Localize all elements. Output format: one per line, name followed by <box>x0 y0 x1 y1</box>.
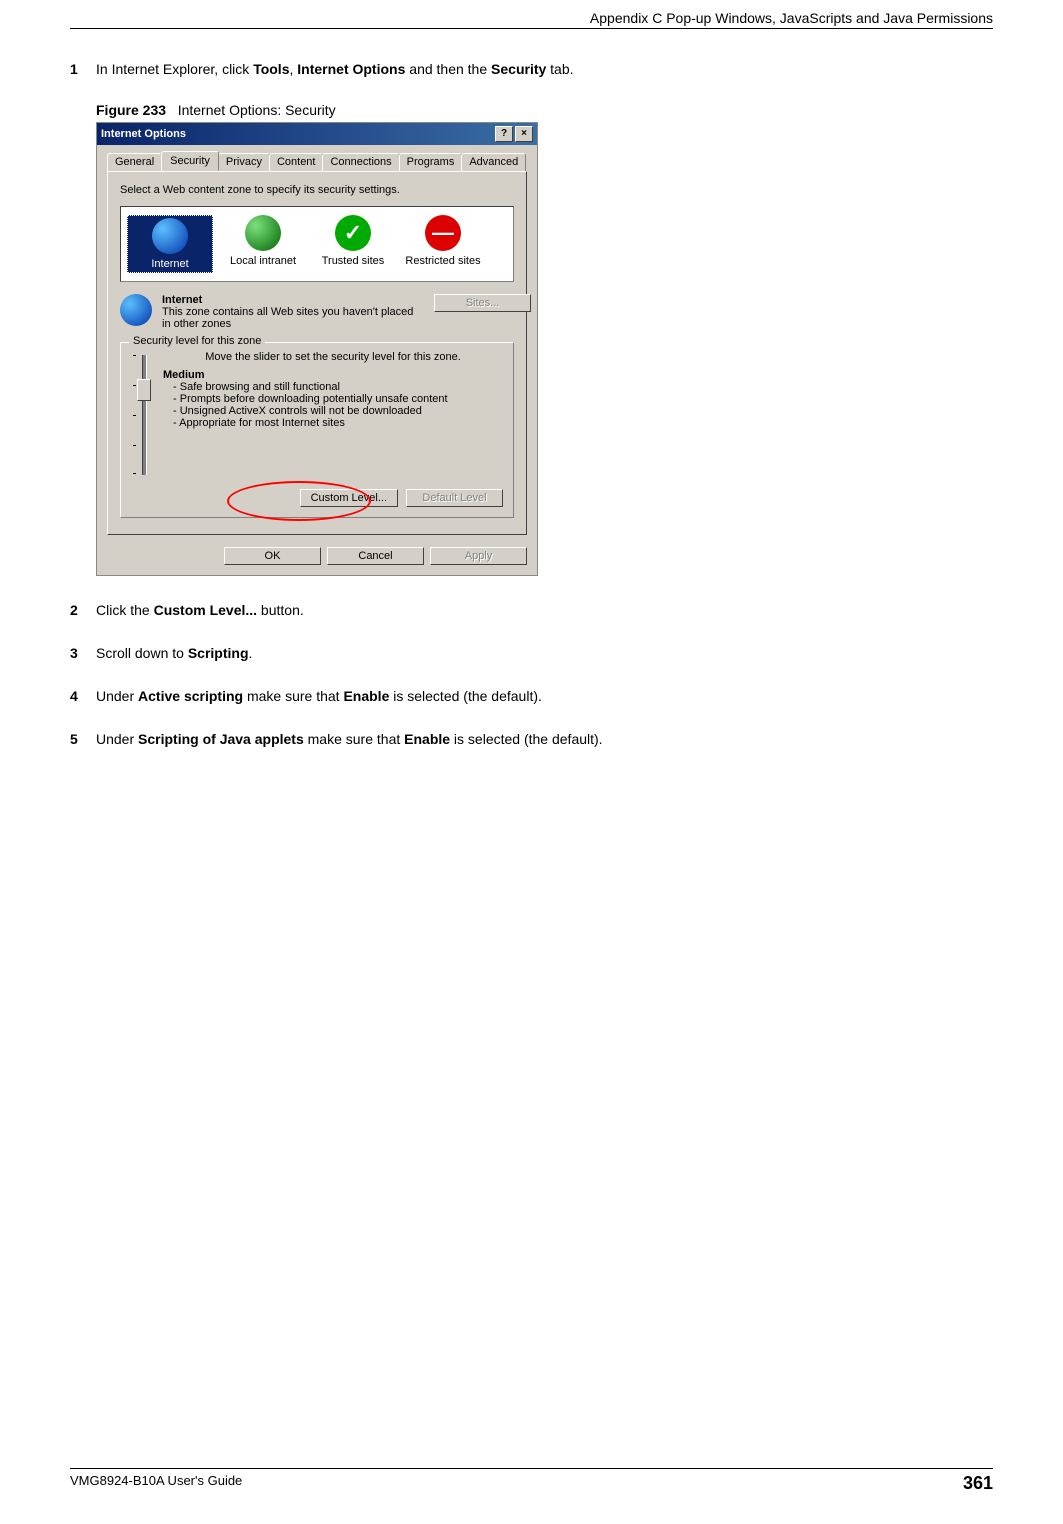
step-5: 5 Under Scripting of Java applets make s… <box>70 729 993 750</box>
level-bullet: - Prompts before downloading potentially… <box>173 393 503 405</box>
step-num: 3 <box>70 643 96 664</box>
check-icon <box>335 215 371 251</box>
zone-description: Internet This zone contains all Web site… <box>120 294 514 330</box>
step-num: 2 <box>70 600 96 621</box>
t: . <box>249 645 253 661</box>
header-rule <box>70 28 993 29</box>
b: Enable <box>404 731 450 747</box>
zone-restricted-sites[interactable]: Restricted sites <box>403 215 483 273</box>
b: Internet Options <box>297 61 405 77</box>
t: is selected (the default). <box>389 688 542 704</box>
tab-strip: General Security Privacy Content Connect… <box>107 153 527 172</box>
step-num: 5 <box>70 729 96 750</box>
page-header: Appendix C Pop-up Windows, JavaScripts a… <box>70 10 993 26</box>
tab-connections[interactable]: Connections <box>322 153 399 171</box>
b: Security <box>491 61 546 77</box>
zone-label: Restricted sites <box>403 255 483 267</box>
step-num: 4 <box>70 686 96 707</box>
minus-icon <box>425 215 461 251</box>
step-1: 1 In Internet Explorer, click Tools, Int… <box>70 59 993 80</box>
t: and then the <box>405 61 491 77</box>
t: In Internet Explorer, click <box>96 61 253 77</box>
custom-level-button[interactable]: Custom Level... <box>300 489 398 507</box>
close-icon[interactable]: × <box>515 126 533 142</box>
tab-advanced[interactable]: Advanced <box>461 153 526 171</box>
level-bullet: - Appropriate for most Internet sites <box>173 417 503 429</box>
b: Active scripting <box>138 688 243 704</box>
b: Custom Level... <box>154 602 257 618</box>
t: make sure that <box>304 731 404 747</box>
footer-guide: VMG8924-B10A User's Guide <box>70 1473 242 1494</box>
t: is selected (the default). <box>450 731 603 747</box>
zone-instruction: Select a Web content zone to specify its… <box>120 184 514 196</box>
t: Scroll down to <box>96 645 188 661</box>
zone-list: Internet Local intranet Trusted sites Re… <box>120 206 514 282</box>
page-number: 361 <box>963 1473 993 1494</box>
level-name: Medium <box>163 369 205 381</box>
step-body: Scroll down to Scripting. <box>96 643 252 664</box>
tab-privacy[interactable]: Privacy <box>218 153 270 171</box>
zone-detail-desc: This zone contains all Web sites you hav… <box>162 306 413 330</box>
globe-icon <box>152 218 188 254</box>
sites-button: Sites... <box>434 294 531 312</box>
globe-icon <box>120 294 152 326</box>
default-level-button: Default Level <box>406 489 503 507</box>
figure-title: Internet Options: Security <box>178 102 336 118</box>
page-footer: VMG8924-B10A User's Guide 361 <box>70 1468 993 1494</box>
level-bullet: - Unsigned ActiveX controls will not be … <box>173 405 503 417</box>
level-bullet: - Safe browsing and still functional <box>173 381 503 393</box>
help-icon[interactable]: ? <box>495 126 513 142</box>
t: Under <box>96 731 138 747</box>
internet-options-dialog: Internet Options ? × General Security Pr… <box>96 122 538 576</box>
step-body: Under Scripting of Java applets make sur… <box>96 729 603 750</box>
figure-caption: Figure 233 Internet Options: Security <box>96 102 993 118</box>
dialog-title: Internet Options <box>101 128 186 140</box>
zone-local-intranet[interactable]: Local intranet <box>223 215 303 273</box>
step-num: 1 <box>70 59 96 80</box>
step-3: 3 Scroll down to Scripting. <box>70 643 993 664</box>
intranet-icon <box>245 215 281 251</box>
footer-rule <box>70 1468 993 1469</box>
titlebar: Internet Options ? × <box>97 123 537 145</box>
b: Scripting <box>188 645 249 661</box>
b: Tools <box>253 61 289 77</box>
tab-content[interactable]: Content <box>269 153 324 171</box>
t: Under <box>96 688 138 704</box>
tab-programs[interactable]: Programs <box>399 153 463 171</box>
cancel-button[interactable]: Cancel <box>327 547 424 565</box>
security-slider[interactable] <box>137 355 149 475</box>
step-4: 4 Under Active scripting make sure that … <box>70 686 993 707</box>
apply-button: Apply <box>430 547 527 565</box>
tab-general[interactable]: General <box>107 153 162 171</box>
slider-instruction: Move the slider to set the security leve… <box>163 351 503 363</box>
slider-thumb-icon[interactable] <box>137 379 151 401</box>
zone-internet[interactable]: Internet <box>127 215 213 273</box>
b: Scripting of Java applets <box>138 731 304 747</box>
b: Enable <box>343 688 389 704</box>
t: Click the <box>96 602 154 618</box>
figure-number: Figure 233 <box>96 102 166 118</box>
zone-label: Local intranet <box>223 255 303 267</box>
tab-security[interactable]: Security <box>161 151 219 171</box>
step-body: Under Active scripting make sure that En… <box>96 686 542 707</box>
zone-label: Internet <box>130 258 210 270</box>
security-level-group: Move the slider to set the security leve… <box>120 342 514 518</box>
ok-button[interactable]: OK <box>224 547 321 565</box>
zone-label: Trusted sites <box>313 255 393 267</box>
zone-detail-title: Internet <box>162 294 202 306</box>
t: button. <box>257 602 304 618</box>
step-body: Click the Custom Level... button. <box>96 600 304 621</box>
step-2: 2 Click the Custom Level... button. <box>70 600 993 621</box>
t: tab. <box>546 61 573 77</box>
step-body: In Internet Explorer, click Tools, Inter… <box>96 59 574 80</box>
zone-trusted-sites[interactable]: Trusted sites <box>313 215 393 273</box>
t: make sure that <box>243 688 343 704</box>
